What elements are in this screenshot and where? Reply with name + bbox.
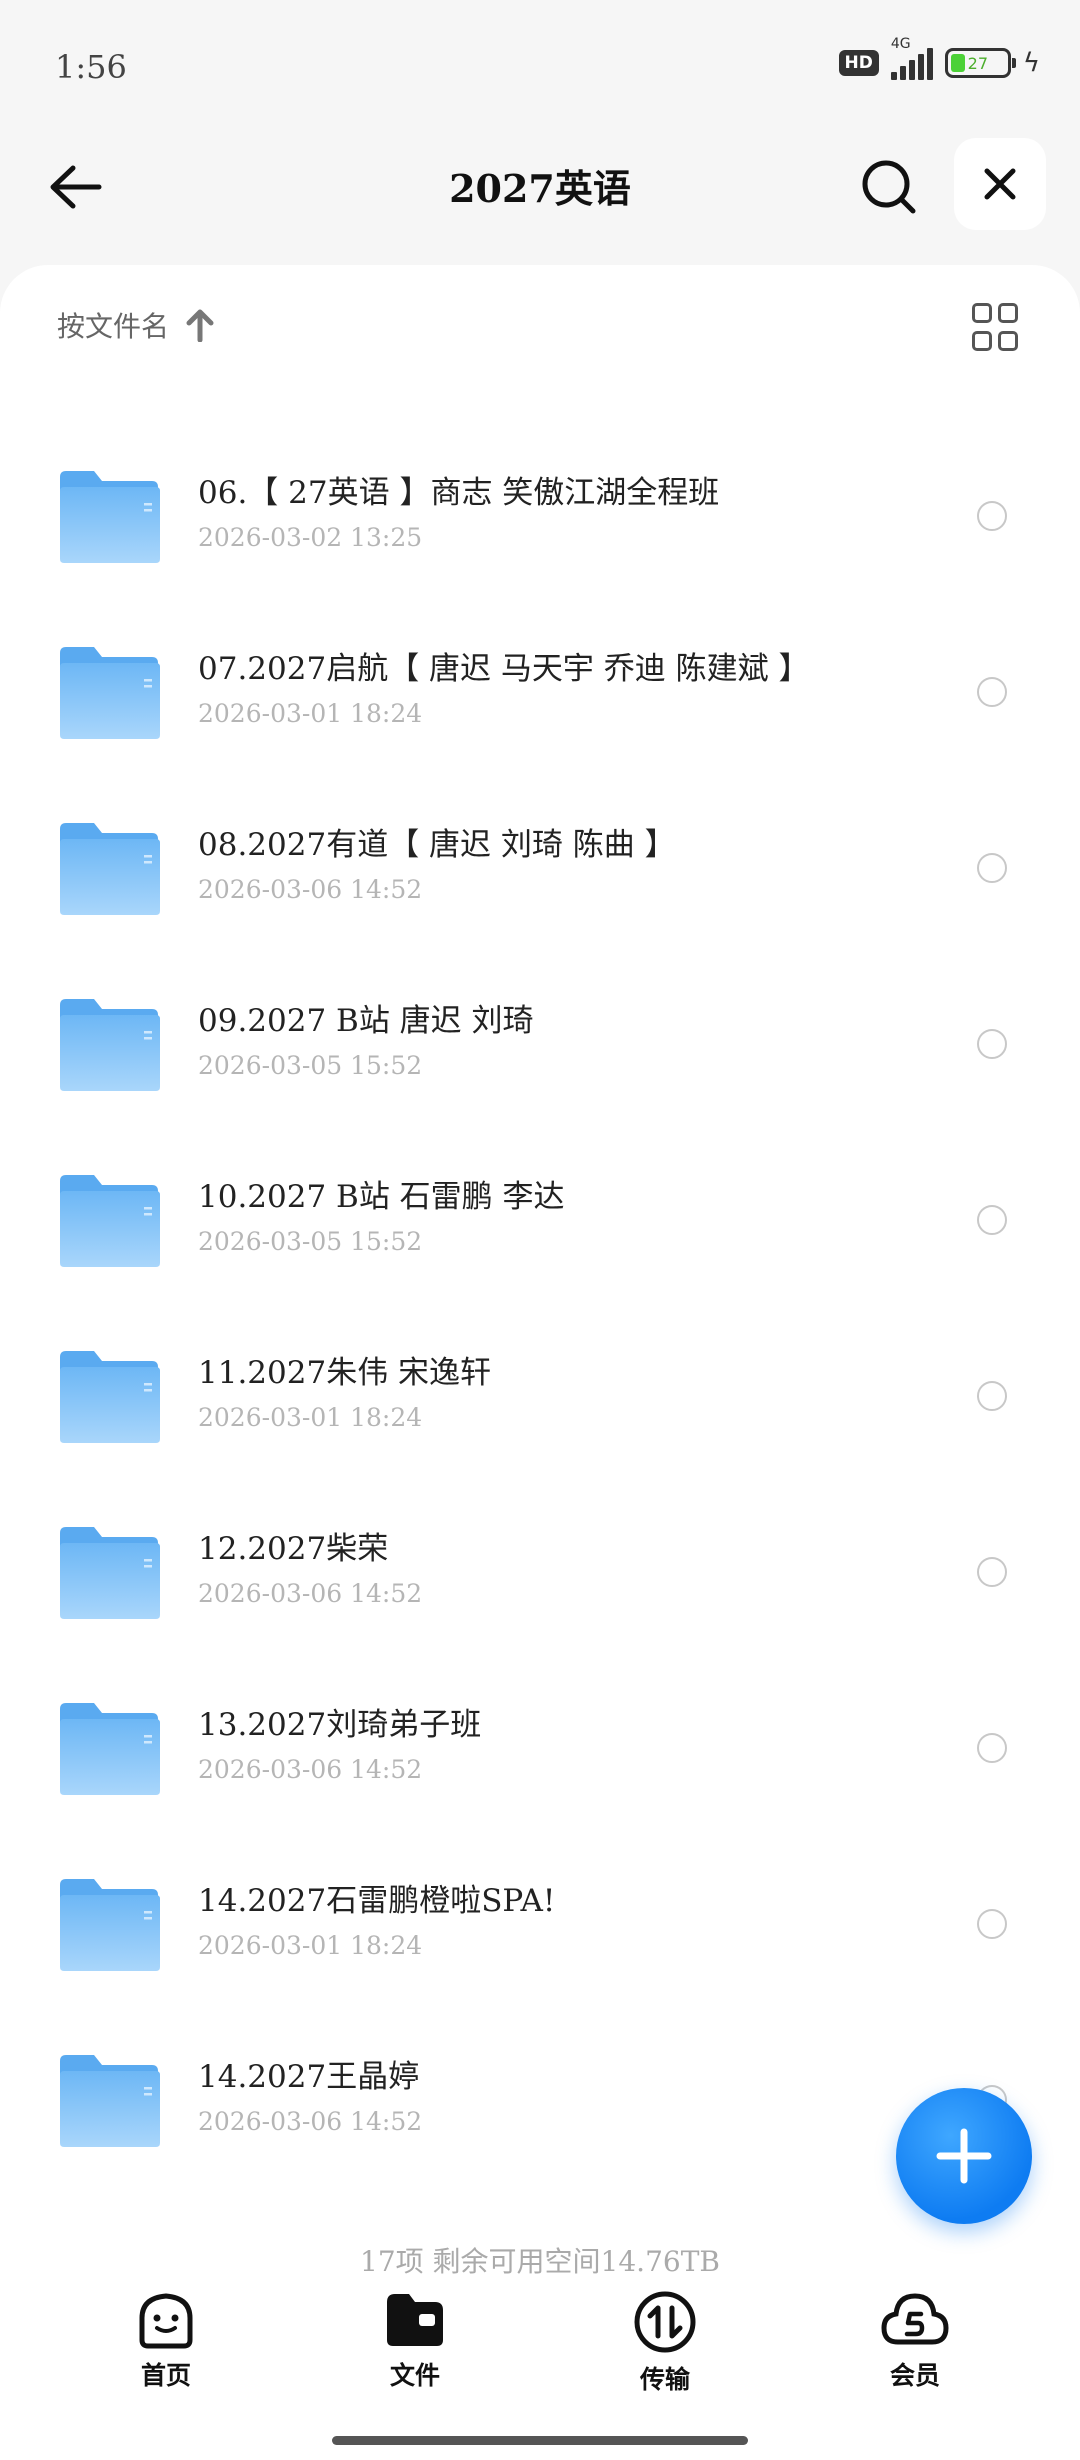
folder-filled-icon <box>387 2294 443 2346</box>
folder-icon <box>60 1879 160 1971</box>
battery-level: 27 <box>967 53 989 73</box>
file-row[interactable]: 07.2027启航【 唐迟 马天宇 乔迪 陈建斌 】 2026-03-01 18:… <box>0 611 1080 787</box>
arrow-up-icon <box>186 309 214 342</box>
home-face-icon <box>139 2293 193 2349</box>
nav-vip-label: 会员 <box>889 2361 940 2390</box>
nav-files-label: 文件 <box>389 2361 440 2390</box>
select-checkbox[interactable] <box>977 1029 1007 1059</box>
nav-vip[interactable]: 会员 <box>790 2290 1040 2392</box>
hd-badge: HD <box>838 50 879 76</box>
select-checkbox[interactable] <box>977 853 1007 883</box>
folder-icon <box>60 1175 160 1267</box>
file-date: 2026-03-06 14:52 <box>198 1755 423 1784</box>
bottom-nav: 首页 文件 传输 会员 <box>0 2290 1080 2410</box>
file-name: 10.2027 B站 石雷鹏 李达 <box>198 1179 565 1215</box>
file-row[interactable]: 13.2027刘琦弟子班 2026-03-06 14:52 <box>0 1667 1080 1843</box>
nav-transfer[interactable]: 传输 <box>540 2290 790 2396</box>
folder-icon <box>60 471 160 563</box>
file-name: 09.2027 B站 唐迟 刘琦 <box>198 1003 534 1039</box>
battery-icon: 27 <box>944 48 1016 78</box>
folder-icon <box>60 999 160 1091</box>
header: 2027英语 <box>0 130 1080 240</box>
nav-transfer-label: 传输 <box>639 2365 690 2394</box>
select-checkbox[interactable] <box>977 1557 1007 1587</box>
file-date: 2026-03-06 14:52 <box>198 875 423 904</box>
file-name: 08.2027有道【 唐迟 刘琦 陈曲 】 <box>198 827 676 863</box>
transfer-icon <box>634 2291 696 2353</box>
file-name: 11.2027朱伟 宋逸轩 <box>198 1355 492 1391</box>
nav-home-label: 首页 <box>140 2361 191 2390</box>
select-checkbox[interactable] <box>977 1909 1007 1939</box>
file-name: 06.【 27英语 】商志 笑傲江湖全程班 <box>198 475 720 511</box>
file-date: 2026-03-01 18:24 <box>198 1403 423 1432</box>
file-name: 12.2027柴荣 <box>198 1531 389 1567</box>
home-indicator <box>332 2436 748 2445</box>
search-button[interactable] <box>852 150 926 224</box>
file-row[interactable]: 08.2027有道【 唐迟 刘琦 陈曲 】 2026-03-06 14:52 <box>0 787 1080 963</box>
file-row[interactable]: 12.2027柴荣 2026-03-06 14:52 <box>0 1491 1080 1667</box>
cloud-vip-icon <box>881 2293 949 2345</box>
close-icon <box>984 168 1016 200</box>
charging-icon: ϟ <box>1022 48 1040 78</box>
search-icon <box>862 160 916 214</box>
select-checkbox[interactable] <box>977 677 1007 707</box>
plus-icon <box>936 2128 992 2184</box>
file-date: 2026-03-02 13:25 <box>198 523 423 552</box>
file-row[interactable]: 06.【 27英语 】商志 笑傲江湖全程班 2026-03-02 13:25 <box>0 435 1080 611</box>
status-icons: HD 4G 27 ϟ <box>838 36 1040 80</box>
select-checkbox[interactable] <box>977 501 1007 531</box>
select-checkbox[interactable] <box>977 1733 1007 1763</box>
signal-icon: 4G <box>890 36 933 80</box>
file-date: 2026-03-01 18:24 <box>198 699 423 728</box>
network-type: 4G <box>890 36 911 52</box>
file-name: 14.2027王晶婷 <box>198 2059 420 2095</box>
folder-icon <box>60 647 160 739</box>
add-button[interactable] <box>896 2088 1032 2224</box>
folder-icon <box>60 1351 160 1443</box>
status-bar: 1:56 HD 4G 27 ϟ <box>0 0 1080 120</box>
screen: 1:56 HD 4G 27 ϟ 2027英语 按文件名 06.【 27英语 】商… <box>0 0 1080 2460</box>
select-checkbox[interactable] <box>977 1205 1007 1235</box>
file-date: 2026-03-05 15:52 <box>198 1051 423 1080</box>
file-row[interactable]: 10.2027 B站 石雷鹏 李达 2026-03-05 15:52 <box>0 1139 1080 1315</box>
nav-home[interactable]: 首页 <box>41 2290 291 2392</box>
file-date: 2026-03-01 18:24 <box>198 1931 423 1960</box>
grid-view-icon[interactable] <box>972 303 1022 353</box>
file-name: 14.2027石雷鹏橙啦SPA! <box>198 1883 556 1919</box>
folder-icon <box>60 1527 160 1619</box>
file-date: 2026-03-06 14:52 <box>198 2107 423 2136</box>
file-list: 06.【 27英语 】商志 笑傲江湖全程班 2026-03-02 13:25 07.… <box>0 435 1080 2195</box>
nav-files[interactable]: 文件 <box>290 2290 540 2392</box>
file-date: 2026-03-06 14:52 <box>198 1579 423 1608</box>
close-button[interactable] <box>954 138 1046 230</box>
file-name: 13.2027刘琦弟子班 <box>198 1707 482 1743</box>
sort-control[interactable]: 按文件名 <box>57 305 215 345</box>
file-date: 2026-03-05 15:52 <box>198 1227 423 1256</box>
folder-icon <box>60 823 160 915</box>
folder-icon <box>60 2055 160 2147</box>
folder-icon <box>60 1703 160 1795</box>
select-checkbox[interactable] <box>977 1381 1007 1411</box>
file-row[interactable]: 09.2027 B站 唐迟 刘琦 2026-03-05 15:52 <box>0 963 1080 1139</box>
file-row[interactable]: 14.2027石雷鹏橙啦SPA! 2026-03-01 18:24 <box>0 1843 1080 2019</box>
file-name: 07.2027启航【 唐迟 马天宇 乔迪 陈建斌 】 <box>198 651 810 687</box>
file-row[interactable]: 11.2027朱伟 宋逸轩 2026-03-01 18:24 <box>0 1315 1080 1491</box>
sort-label: 按文件名 <box>57 310 170 343</box>
status-time: 1:56 <box>55 48 127 86</box>
storage-summary: 17项 剩余可用空间14.76TB <box>360 2245 720 2278</box>
